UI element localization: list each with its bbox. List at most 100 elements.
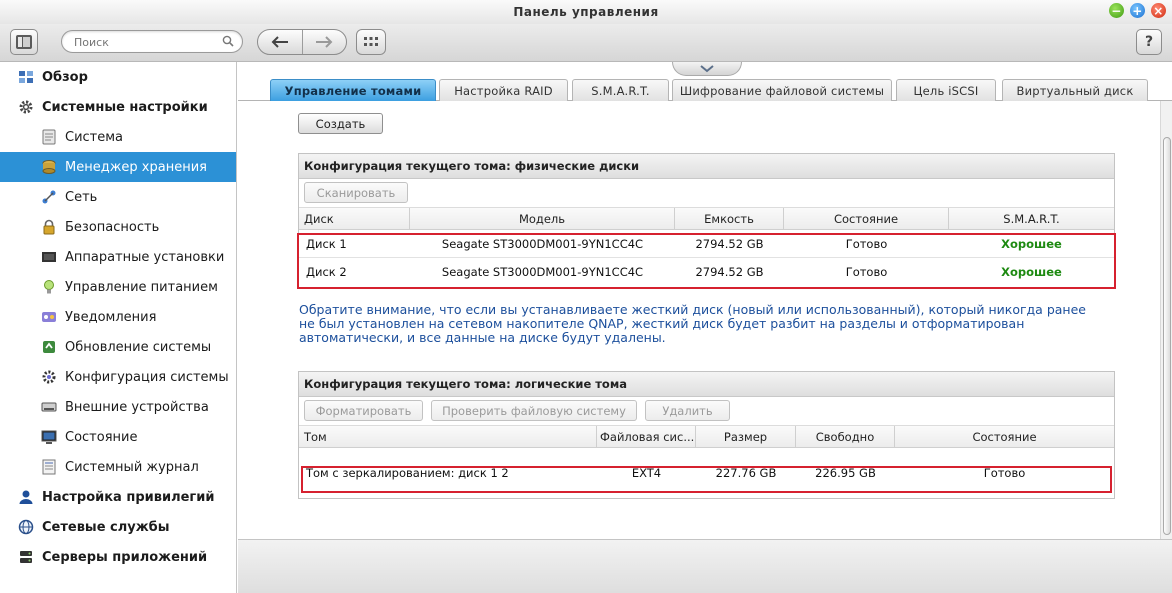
- column-smart[interactable]: S.M.A.R.T.: [949, 208, 1114, 230]
- hardware-icon: [41, 249, 57, 265]
- sidebar-item-label: Состояние: [65, 429, 138, 445]
- volume-size: 227.76 GB: [715, 465, 777, 480]
- column-filesystem[interactable]: Файловая сис...: [597, 426, 696, 448]
- volume-name: Том с зеркалированием: диск 1 2: [306, 465, 509, 480]
- search-box[interactable]: [61, 30, 243, 53]
- format-button[interactable]: Форматировать: [304, 400, 423, 421]
- scrollbar[interactable]: [1160, 101, 1172, 539]
- sidebar-item[interactable]: Сетевые службы: [0, 512, 236, 542]
- tab-raid-settings[interactable]: Настройка RAID: [439, 79, 568, 101]
- chevron-down-icon: [700, 64, 714, 72]
- gear-icon: [18, 99, 34, 115]
- volume-filesystem: EXT4: [631, 465, 662, 480]
- sidebar-item[interactable]: Сеть: [0, 182, 236, 212]
- forward-button[interactable]: [301, 30, 347, 54]
- power-bulb-icon: [41, 279, 57, 295]
- logical-volumes-title: Конфигурация текущего тома: логические т…: [299, 372, 1114, 397]
- disk-name: Диск 2: [306, 264, 347, 279]
- sidebar-item[interactable]: Системный журнал: [0, 452, 236, 482]
- sidebar-item[interactable]: Серверы приложений: [0, 542, 236, 572]
- disk-model: Seagate ST3000DM001-9YN1CC4C: [441, 236, 644, 251]
- sidebar-item[interactable]: Системные настройки: [0, 92, 236, 122]
- footer-bar: [238, 539, 1172, 593]
- sidebar-item[interactable]: Управление питанием: [0, 272, 236, 302]
- scan-button[interactable]: Сканировать: [304, 182, 408, 203]
- table-row[interactable]: Диск 1 Seagate ST3000DM001-9YN1CC4C 2794…: [299, 230, 1114, 257]
- log-icon: [41, 459, 57, 475]
- column-volume-status[interactable]: Состояние: [895, 426, 1114, 448]
- sidebar-item-label: Уведомления: [65, 309, 157, 325]
- update-icon: [41, 339, 57, 355]
- apps-grid-button[interactable]: [356, 29, 386, 55]
- sidebar-item[interactable]: Уведомления: [0, 302, 236, 332]
- collapse-toggle[interactable]: [672, 62, 742, 76]
- server-icon: [18, 549, 34, 565]
- sidebar-item-label: Сеть: [65, 189, 98, 205]
- column-disk[interactable]: Диск: [299, 208, 410, 230]
- panel-layout-icon: [16, 35, 32, 49]
- column-volume[interactable]: Том: [299, 426, 597, 448]
- disk-name: Диск 1: [306, 236, 347, 251]
- column-status[interactable]: Состояние: [784, 208, 949, 230]
- disk-status: Готово: [845, 236, 888, 251]
- sidebar-item[interactable]: Внешние устройства: [0, 392, 236, 422]
- help-button[interactable]: ?: [1136, 29, 1162, 55]
- maximize-button[interactable]: +: [1130, 3, 1145, 18]
- globe-icon: [18, 519, 34, 535]
- grid-icon: [364, 37, 378, 46]
- logical-volumes-panel: Конфигурация текущего тома: логические т…: [298, 371, 1115, 499]
- minimize-button[interactable]: −: [1109, 3, 1124, 18]
- back-button[interactable]: [258, 30, 302, 54]
- sidebar-item[interactable]: Обновление системы: [0, 332, 236, 362]
- sidebar-item-label: Настройка привилегий: [42, 489, 215, 505]
- scrollbar-thumb[interactable]: [1163, 137, 1171, 535]
- sidebar-item-label: Сетевые службы: [42, 519, 170, 535]
- physical-disks-header: Диск Модель Емкость Состояние S.M.A.R.T.: [299, 208, 1114, 230]
- home-button[interactable]: [10, 29, 38, 55]
- disk-status: Готово: [845, 264, 888, 279]
- logical-volumes-toolbar: Форматировать Проверить файловую систему…: [299, 397, 1114, 426]
- sidebar-item[interactable]: Настройка привилегий: [0, 482, 236, 512]
- sidebar-item-label: Внешние устройства: [65, 399, 209, 415]
- sidebar-item[interactable]: Менеджер хранения: [0, 152, 236, 182]
- sidebar-item-label: Конфигурация системы: [65, 369, 229, 385]
- table-row[interactable]: Диск 2 Seagate ST3000DM001-9YN1CC4C 2794…: [299, 257, 1114, 284]
- tab-content: Создать Конфигурация текущего тома: физи…: [238, 101, 1172, 539]
- window-controls: − + ×: [1109, 3, 1166, 18]
- search-icon[interactable]: [222, 35, 234, 50]
- physical-disks-panel: Конфигурация текущего тома: физические д…: [298, 153, 1115, 288]
- sidebar-item-label: Обзор: [42, 69, 88, 85]
- column-free[interactable]: Свободно: [796, 426, 895, 448]
- sidebar-item[interactable]: Безопасность: [0, 212, 236, 242]
- create-button[interactable]: Создать: [298, 113, 383, 134]
- overview-icon: [18, 69, 34, 85]
- disk-capacity: 2794.52 GB: [695, 264, 764, 279]
- user-icon: [18, 489, 34, 505]
- column-capacity[interactable]: Емкость: [675, 208, 784, 230]
- format-warning-notice: Обратите внимание, что если вы устанавли…: [299, 302, 1086, 345]
- sidebar-item[interactable]: Аппаратные установки: [0, 242, 236, 272]
- column-size[interactable]: Размер: [696, 426, 796, 448]
- sidebar-item[interactable]: Обзор: [0, 62, 236, 92]
- external-device-icon: [41, 399, 57, 415]
- sidebar-item[interactable]: Состояние: [0, 422, 236, 452]
- tab-iscsi[interactable]: Цель iSCSI: [896, 79, 996, 101]
- column-model[interactable]: Модель: [410, 208, 675, 230]
- navigation-buttons: [257, 29, 347, 55]
- tab-smart[interactable]: S.M.A.R.T.: [572, 79, 669, 101]
- check-filesystem-button[interactable]: Проверить файловую систему: [431, 400, 637, 421]
- sidebar-item-label: Системный журнал: [65, 459, 199, 475]
- lock-icon: [41, 219, 57, 235]
- config-icon: [41, 369, 57, 385]
- search-input[interactable]: [74, 34, 214, 50]
- close-button[interactable]: ×: [1151, 3, 1166, 18]
- tab-virtual-disk[interactable]: Виртуальный диск: [1002, 79, 1148, 101]
- sidebar-item[interactable]: Система: [0, 122, 236, 152]
- volume-status: Готово: [983, 465, 1026, 480]
- delete-button[interactable]: Удалить: [645, 400, 730, 421]
- table-row[interactable]: Том с зеркалированием: диск 1 2 EXT4 227…: [299, 459, 1114, 486]
- tab-volume-management[interactable]: Управление томами: [270, 79, 436, 101]
- physical-disks-title: Конфигурация текущего тома: физические д…: [299, 154, 1114, 179]
- tab-encryption[interactable]: Шифрование файловой системы: [672, 79, 892, 101]
- sidebar-item[interactable]: Конфигурация системы: [0, 362, 236, 392]
